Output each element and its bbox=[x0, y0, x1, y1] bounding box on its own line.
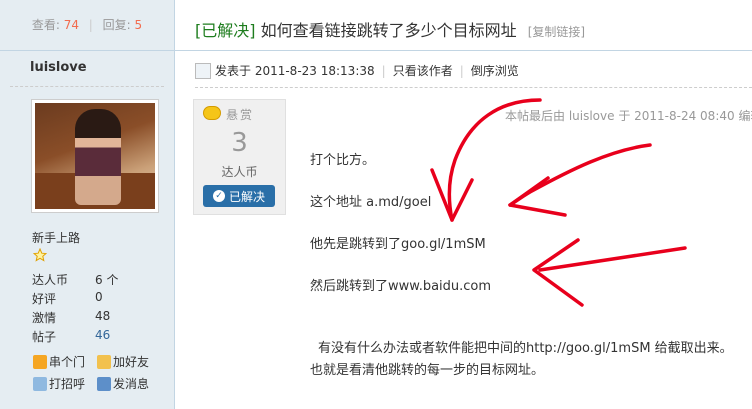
user-rank[interactable]: 新手上路 bbox=[32, 229, 80, 246]
message-label: 发消息 bbox=[113, 377, 150, 391]
post-line: 然后跳转到了www.baidu.com bbox=[310, 279, 492, 294]
post-line: 有没有什么办法或者软件能把中间的http://goo.gl/1mSM 给截取出来… bbox=[318, 341, 733, 356]
reward-unit: 达人币 bbox=[221, 165, 258, 179]
edit-note: 本帖最后由 luislove 于 2011-8-24 08:40 编辑 bbox=[505, 109, 752, 123]
arrow-head bbox=[532, 238, 584, 307]
arrow-annotation bbox=[508, 143, 652, 207]
meta-divider: | bbox=[459, 63, 464, 78]
thread-title-text: 如何查看链接跳转了多少个目标网址 bbox=[260, 21, 517, 40]
info-label: 达人币 bbox=[32, 273, 69, 287]
info-row-rating: 好评 0 bbox=[32, 290, 103, 307]
post-date: 发表于 2011-8-23 18:13:38 bbox=[215, 64, 375, 78]
thread-stats: 查看: 74 | 回复: 5 bbox=[0, 0, 174, 51]
arrow-head bbox=[508, 176, 567, 217]
solved-badge[interactable]: ✓ 已解决 bbox=[203, 185, 275, 207]
message-icon bbox=[97, 376, 111, 391]
add-friend-icon bbox=[97, 354, 111, 369]
avatar-image bbox=[35, 103, 155, 209]
info-row-passion: 激情 48 bbox=[32, 309, 110, 326]
reverse-order-link[interactable]: 倒序浏览 bbox=[471, 62, 519, 79]
arrow-head bbox=[430, 168, 474, 222]
divider bbox=[195, 87, 752, 88]
online-status-icon bbox=[195, 62, 211, 79]
add-friend-label: 加好友 bbox=[113, 355, 150, 369]
author-sidebar: 查看: 74 | 回复: 5 luislove 新手上路 达人币 6 个 好评 … bbox=[0, 0, 175, 409]
divider bbox=[10, 86, 164, 87]
info-value: 48 bbox=[95, 309, 111, 323]
meta-divider: | bbox=[381, 63, 386, 78]
info-row-posts: 帖子 46 bbox=[32, 328, 110, 345]
star-icon bbox=[33, 248, 47, 262]
arrow-annotation bbox=[538, 246, 687, 272]
greet-icon bbox=[33, 376, 47, 391]
greet-label: 打招呼 bbox=[49, 377, 86, 391]
solved-badge-label: 已解决 bbox=[228, 189, 265, 204]
posts-count-link[interactable]: 46 bbox=[95, 328, 110, 342]
reward-amount: 3 bbox=[231, 128, 248, 158]
post-line: 打个比方。 bbox=[310, 153, 376, 168]
info-label: 好评 bbox=[32, 292, 57, 306]
home-icon bbox=[33, 354, 47, 369]
check-icon: ✓ bbox=[212, 190, 225, 202]
post-line: 他先是跳转到了goo.gl/1mSM bbox=[310, 237, 486, 252]
post-line: 这个地址 a.md/goel bbox=[310, 195, 432, 210]
copy-link-button[interactable]: [复制链接] bbox=[528, 25, 585, 39]
author-username[interactable]: luislove bbox=[30, 60, 87, 75]
post-meta: 发表于 2011-8-23 18:13:38 | 只看该作者 | 倒序浏览 bbox=[195, 62, 519, 79]
avatar[interactable] bbox=[31, 99, 159, 213]
greet-button[interactable]: 打招呼 bbox=[33, 375, 85, 392]
info-value: 6 个 bbox=[95, 273, 119, 287]
info-label: 帖子 bbox=[32, 330, 57, 344]
post-line: 也就是看清他跳转的每一步的目标网址。 bbox=[310, 363, 545, 378]
info-row-coins: 达人币 6 个 bbox=[32, 271, 118, 288]
reward-box: 悬赏 3 达人币 ✓ 已解决 bbox=[193, 99, 286, 215]
thread-header: [已解决] 如何查看链接跳转了多少个目标网址 [复制链接] bbox=[175, 0, 752, 51]
stats-divider: | bbox=[88, 18, 93, 32]
visit-label: 串个门 bbox=[49, 355, 86, 369]
add-friend-button[interactable]: 加好友 bbox=[97, 353, 149, 370]
message-button[interactable]: 发消息 bbox=[97, 375, 149, 392]
only-author-link[interactable]: 只看该作者 bbox=[393, 62, 453, 79]
replies-label: 回复: bbox=[102, 18, 131, 32]
info-label: 激情 bbox=[32, 311, 57, 325]
thread-title: [已解决] 如何查看链接跳转了多少个目标网址 [复制链接] bbox=[195, 17, 585, 41]
solved-tag[interactable]: [已解决] bbox=[195, 21, 256, 40]
info-value: 0 bbox=[95, 290, 103, 304]
views-label: 查看: bbox=[31, 18, 60, 32]
visit-button[interactable]: 串个门 bbox=[33, 353, 85, 370]
avatar-figure bbox=[75, 109, 121, 205]
views-count: 74 bbox=[63, 18, 79, 32]
reward-label: 悬赏 bbox=[226, 108, 255, 122]
coin-icon bbox=[203, 106, 221, 120]
replies-count: 5 bbox=[134, 18, 143, 32]
